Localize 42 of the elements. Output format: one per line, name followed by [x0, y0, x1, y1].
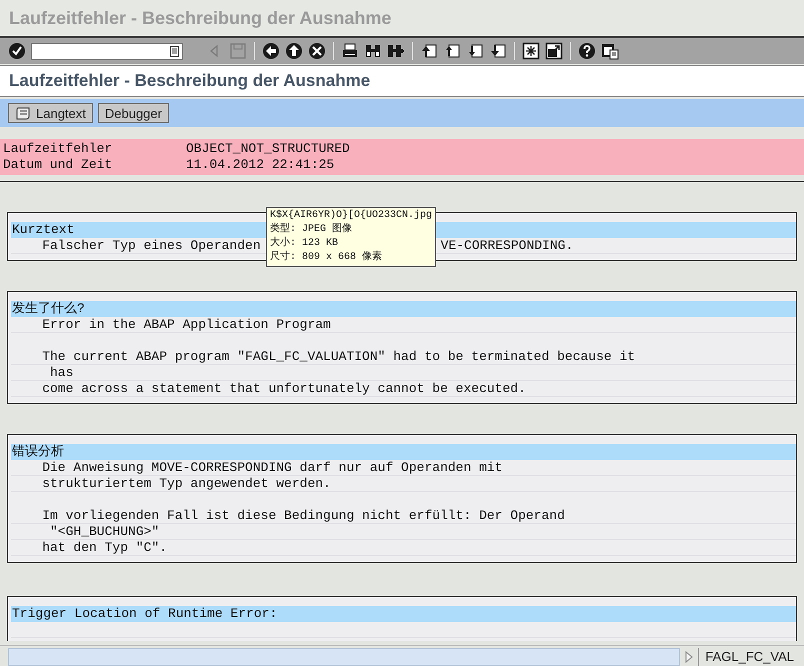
section-heading: Trigger Location of Runtime Error: [11, 606, 796, 622]
program-name: FAGL_FC_VAL [698, 648, 800, 666]
exit-icon[interactable] [285, 42, 303, 60]
page-down-icon[interactable] [466, 42, 484, 60]
command-field[interactable] [31, 42, 183, 60]
header-label: Laufzeitfehler [3, 141, 114, 157]
enter-icon[interactable] [8, 42, 26, 60]
page-up-icon[interactable] [443, 42, 461, 60]
binoculars-plus-icon[interactable] [387, 42, 405, 60]
binoculars-icon[interactable] [364, 42, 382, 60]
debugger-button[interactable]: Debugger [98, 103, 169, 123]
window-title: Laufzeitfehler - Beschreibung der Ausnahme [9, 8, 392, 28]
list-icon[interactable] [170, 46, 179, 56]
text-line: "<GH_BUCHUNG>" [49, 524, 160, 539]
text-line: Im vorliegenden Fall ist diese Bedingung nicht erfüllt: Der Operand [42, 508, 565, 523]
text-line: The current ABAP program "FAGL_FC_VALUATION" had to be terminated because it [42, 349, 636, 364]
text-line: Error in the ABAP Application Program [42, 317, 331, 332]
header-value: 11.04.2012 22:41:25 [186, 157, 336, 173]
window-list-icon[interactable] [601, 42, 619, 60]
triangle-right-icon[interactable] [684, 650, 694, 664]
text-line: Falscher Typ eines Operanden [42, 238, 261, 253]
window-star-icon[interactable] [522, 42, 540, 60]
text-line: hat den Typ "C". [42, 540, 168, 555]
help-icon[interactable] [578, 42, 596, 60]
page-down-double-icon[interactable] [489, 42, 507, 60]
header-value: OBJECT_NOT_STRUCTURED [186, 141, 351, 157]
langtext-button[interactable]: Langtext [8, 103, 93, 123]
text-line: come across a statement that unfortunately cannot be executed. [42, 381, 526, 396]
print-icon[interactable] [341, 42, 359, 60]
header-label: Datum und Zeit [3, 157, 114, 173]
back-icon[interactable] [262, 42, 280, 60]
section-heading: 发生了什么? [11, 301, 796, 317]
tooltip: K$X{AIR6YR)O}[O{UO233CN.jpg 类型: JPEG 图像 大小: 123 KB 尺寸: 809 x 668 像素 [266, 207, 436, 267]
text-line: has [49, 365, 74, 380]
screen-title: Laufzeitfehler - Beschreibung der Ausnahme [0, 65, 804, 97]
page-up-double-icon[interactable] [420, 42, 438, 60]
text-line: Die Anweisung MOVE-CORRESPONDING darf nur auf Operanden mit [42, 460, 502, 475]
section-heading: 错误分析 [11, 444, 796, 460]
scroll-icon [15, 106, 31, 120]
text-line: VE-CORRESPONDING. [440, 238, 574, 253]
cancel-icon[interactable] [308, 42, 326, 60]
text-line: strukturiertem Typ angewendet werden. [42, 476, 331, 491]
